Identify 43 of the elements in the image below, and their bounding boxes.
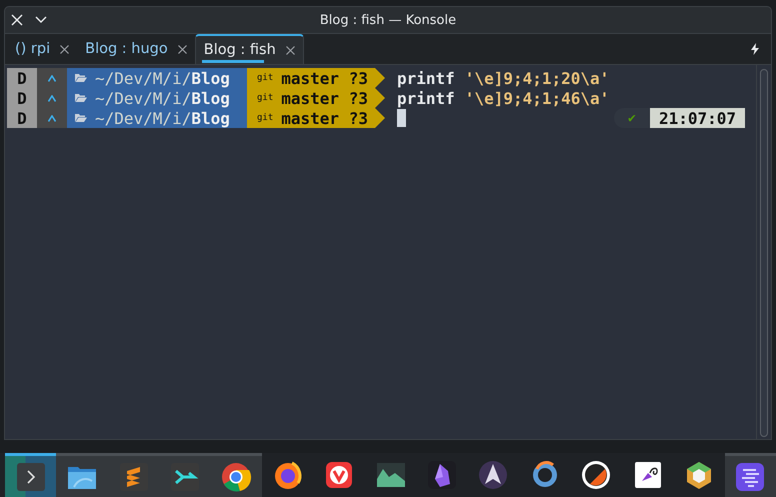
folder-icon [75, 94, 87, 102]
argument-text: '\e]9;4;1;46\a' [464, 88, 610, 108]
command-text: printf [397, 88, 455, 108]
lines-icon[interactable] [734, 460, 766, 492]
scrollbar-thumb[interactable] [760, 69, 768, 437]
vcs-label: git [257, 73, 274, 83]
folder-icon [75, 114, 87, 122]
vcs-label: git [257, 113, 274, 123]
window-title: Blog : fish — Konsole [320, 12, 456, 28]
success-mark: ✔ [614, 108, 650, 128]
arrow-logo-icon[interactable] [168, 460, 201, 492]
branch-text: master ?3 [281, 68, 368, 88]
branch-text: master ?3 [281, 108, 368, 128]
command-text: printf [397, 68, 455, 88]
status-segment: D [7, 108, 37, 128]
lightning-icon[interactable] [751, 43, 759, 55]
path-text: ~/Dev/M/i/Blog [95, 68, 230, 88]
chevron-down-icon[interactable] [35, 16, 47, 24]
close-icon[interactable] [11, 14, 23, 26]
tab[interactable]: Blog : hugo [77, 34, 195, 64]
vcs-label: git [257, 93, 274, 103]
time-text: 21:07:07 [650, 108, 745, 128]
terminal-icon[interactable] [14, 460, 47, 492]
crystal-icon[interactable] [426, 459, 458, 491]
caret-up-icon [48, 74, 56, 82]
caret-up-icon [48, 94, 56, 102]
close-tab-icon[interactable] [60, 44, 70, 54]
half-circle-icon[interactable] [580, 459, 612, 491]
sublime-icon[interactable] [118, 460, 150, 492]
close-tab-icon[interactable] [286, 46, 295, 54]
caret-up-icon [48, 114, 56, 122]
close-tab-icon[interactable] [178, 44, 187, 54]
branch-text: master ?3 [281, 88, 368, 108]
argument-text: '\e]9;4;1;20\a' [464, 68, 610, 88]
status-segment: D [7, 88, 37, 108]
path-text: ~/Dev/M/i/Blog [95, 88, 230, 108]
chrome-icon[interactable] [220, 460, 252, 492]
tab[interactable]: Blog : fish [194, 34, 304, 64]
paper-plane-icon[interactable] [477, 459, 510, 491]
tab[interactable]: () rpi [7, 34, 78, 64]
status-segment: D [7, 68, 37, 88]
folder-icon [75, 74, 87, 82]
path-text: ~/Dev/M/i/Blog [95, 108, 230, 128]
